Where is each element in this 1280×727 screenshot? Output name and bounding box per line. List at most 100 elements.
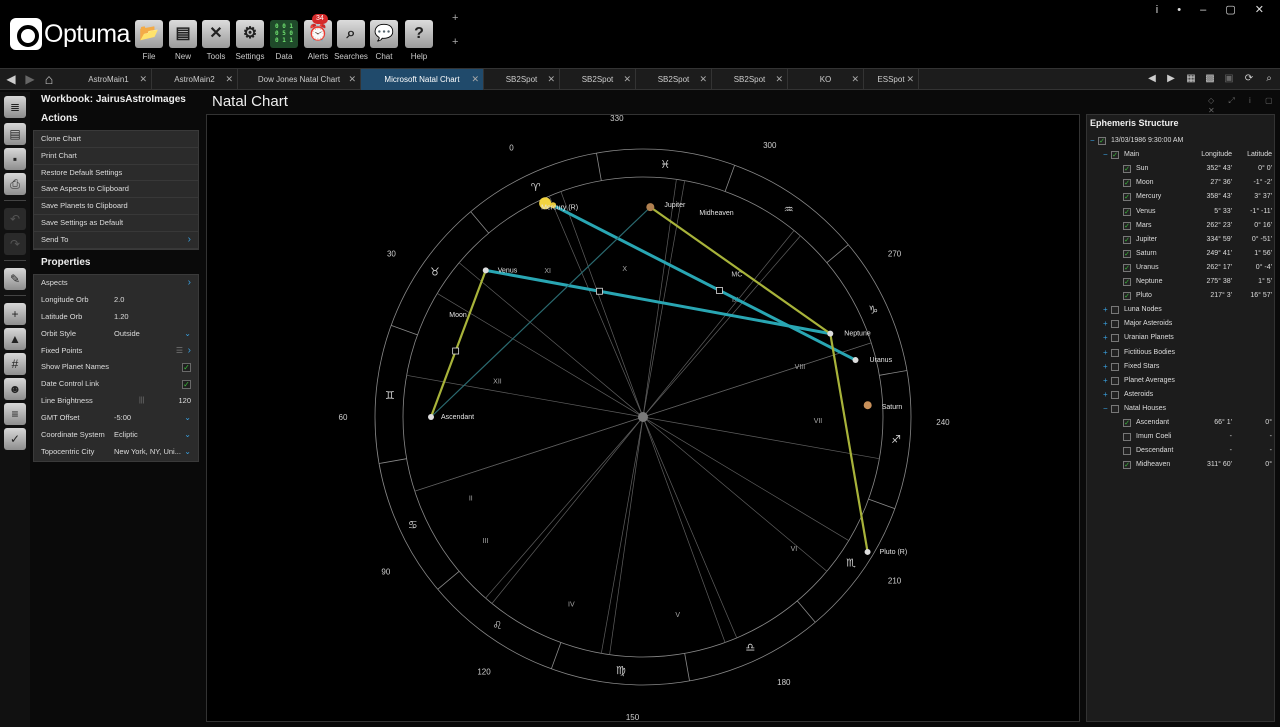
close-icon[interactable]: ✕ [775,69,783,90]
property-longitude-orb[interactable]: Longitude Orb 2.0 [34,292,198,309]
action-item[interactable]: Send To › [34,232,198,249]
action-item[interactable]: Save Aspects to Clipboard [34,181,198,199]
layout-icon[interactable]: ▦ [1183,71,1199,87]
ephemeris-row-jupiter[interactable]: ✓ Jupiter 334° 59' 0° -51' [1087,233,1276,247]
ephemeris-group-natal-houses[interactable]: − Natal Houses [1087,402,1276,416]
ephemeris-house-imum-coeli[interactable]: Imum Coeli - - [1087,430,1276,444]
lock-icon[interactable]: ▲ [4,328,26,350]
ephemeris-row-venus[interactable]: ✓ Venus 5° 33' -1° -11' [1087,205,1276,219]
action-item[interactable]: Clone Chart [34,131,198,148]
ephemeris-row-neptune[interactable]: ✓ Neptune 275° 38' 1° 5' [1087,275,1276,289]
ephemeris-row-mars[interactable]: ✓ Mars 262° 23' 0° 16' [1087,219,1276,233]
save-tab-icon[interactable]: ▣ [1221,71,1237,87]
undo-icon[interactable]: ↶ [4,208,26,230]
checkbox[interactable]: ✓ [1123,461,1131,470]
save-icon[interactable]: ▪ [4,148,26,170]
ephemeris-house-descendant[interactable]: Descendant - - [1087,444,1276,458]
checkbox[interactable]: ✓ [1098,137,1106,145]
property-topocentric-city[interactable]: Topocentric City New York, NY, Uni... ⌄ [34,444,198,461]
checkbox[interactable]: ✓ [1123,263,1131,272]
planet-marker-icon[interactable] [852,357,859,364]
property-aspects[interactable]: Aspects › [34,275,198,292]
ephemeris-row-sun[interactable]: ✓ Sun 352° 43' 0° 0' [1087,162,1276,176]
ephemeris-group-luna-nodes[interactable]: + Luna Nodes [1087,303,1276,317]
window-controls[interactable]: i • – ▢ ✕ [1156,3,1272,16]
checkbox[interactable] [1111,320,1119,329]
expand-icon[interactable]: + [1103,388,1108,402]
grid-lines-icon[interactable]: # [4,353,26,375]
tab-4[interactable]: Microsoft Natal Chart ✕ [361,69,484,90]
open-folder-icon[interactable]: ▤ [4,123,26,145]
checkbox[interactable] [1123,433,1131,442]
property-fixed-points[interactable]: Fixed Points ☰ › [34,343,198,360]
scroll-right-icon[interactable]: ▶ [1163,71,1179,87]
checkbox[interactable] [1111,334,1119,343]
ephemeris-group-uranian-planets[interactable]: + Uranian Planets [1087,331,1276,345]
expand-icon[interactable]: + [1103,360,1108,374]
ephemeris-group-fixed-stars[interactable]: + Fixed Stars [1087,360,1276,374]
expand-icon[interactable]: + [1103,303,1108,317]
home-icon[interactable]: ⌂ [40,70,58,88]
action-item[interactable]: Save Settings as Default [34,215,198,232]
property-date-control-link[interactable]: Date Control Link ✓ [34,376,198,393]
collapse-icon[interactable]: − [1103,402,1108,416]
collapse-icon[interactable]: − [1103,148,1108,162]
scroll-left-icon[interactable]: ◀ [1144,71,1160,87]
planet-marker-icon[interactable] [646,203,655,212]
planet-marker-icon[interactable] [428,414,434,420]
checkbox[interactable] [1111,390,1119,399]
ephemeris-row-moon[interactable]: ✓ Moon 27° 36' -1° -2' [1087,176,1276,190]
close-icon[interactable]: ✕ [139,69,147,90]
ephemeris-group-major-asteroids[interactable]: + Major Asteroids [1087,317,1276,331]
property-orbit-style[interactable]: Orbit Style Outside ⌄ [34,326,198,343]
checkbox[interactable]: ✓ [1123,278,1131,286]
planet-marker-icon[interactable] [864,548,871,555]
chevron-down-icon[interactable]: ⌄ [184,444,191,461]
tab-10[interactable]: ESSpot ✕ [864,69,919,90]
checkbox[interactable]: ✓ [1123,193,1131,202]
clipboard-icon[interactable]: ✓ [4,428,26,450]
ephemeris-group-fictitious-bodies[interactable]: + Fictitious Bodies [1087,346,1276,360]
property-show-planet-names[interactable]: Show Planet Names ✓ [34,359,198,376]
property-value[interactable]: New York, NY, Uni... [114,444,181,461]
expand-icon[interactable]: + [1103,346,1108,360]
add-toolbar-button-2[interactable]: + [452,36,458,48]
checkbox[interactable]: ✓ [1123,207,1131,216]
close-icon[interactable]: ✕ [699,69,707,90]
forward-arrow-icon[interactable]: ▶ [21,70,39,88]
checkbox[interactable]: ✓ [182,363,191,373]
tab-5[interactable]: SB2Spot ✕ [484,69,560,90]
property-value[interactable]: -5:00 [114,410,131,427]
help-button[interactable]: ? Help [404,20,434,66]
action-item[interactable]: Print Chart [34,148,198,165]
natal-chart-canvas[interactable]: ♓ ♒ ♑ ♐ ♏ ♎ ♍ ♌ ♋ ♊ ♉ ♈ 0 30 60 90 120 150 180 210 240 270 300… [206,114,1080,722]
close-icon[interactable]: ✕ [348,69,356,90]
chevron-down-icon[interactable]: ⌄ [184,410,191,427]
checkbox[interactable] [1123,447,1131,456]
checkbox[interactable] [1111,306,1119,315]
tab-2[interactable]: AstroMain2 ✕ [152,69,238,90]
close-icon[interactable]: ✕ [623,69,631,90]
ephemeris-date-node[interactable]: − ✓ 13/03/1986 9:30:00 AM [1087,134,1276,148]
wrench-icon[interactable]: ✎ [4,268,26,290]
add-icon[interactable]: + [4,303,26,325]
ephemeris-group-asteroids[interactable]: + Asteroids [1087,388,1276,402]
ephemeris-row-uranus[interactable]: ✓ Uranus 262° 17' 0° -4' [1087,261,1276,275]
chart-window-controls[interactable]: ◇ ⤢ i ▢ ✕ [1208,96,1280,115]
chevron-right-icon[interactable]: › [188,343,191,360]
property-coordinate-system[interactable]: Coordinate System Ecliptic ⌄ [34,427,198,444]
checkbox[interactable] [1111,362,1119,371]
checkbox[interactable]: ✓ [1123,419,1131,427]
refresh-icon[interactable]: ⟳ [1241,71,1257,87]
checkbox[interactable]: ✓ [1123,235,1131,244]
checkbox[interactable] [1111,376,1119,385]
checkbox[interactable]: ✓ [1123,249,1131,258]
tab-1[interactable]: AstroMain1 ✕ [66,69,152,90]
close-icon[interactable]: ✕ [851,69,859,90]
ephemeris-row-mercury[interactable]: ✓ Mercury 358° 43' 3° 37' [1087,190,1276,204]
ephemeris-house-midheaven[interactable]: ✓ Midheaven 311° 60' 0° [1087,458,1276,472]
ephemeris-house-ascendant[interactable]: ✓ Ascendant 66° 1' 0° [1087,416,1276,430]
document-icon[interactable]: ≡ [4,403,26,425]
print-icon[interactable]: ⎙ [4,173,26,195]
property-line-brightness[interactable]: Line Brightness ||| 120 [34,393,198,410]
